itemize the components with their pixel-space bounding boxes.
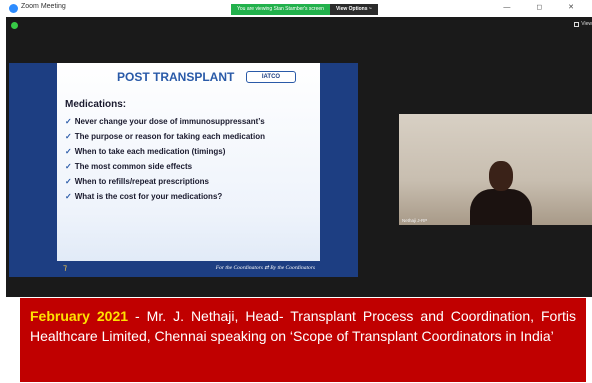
participant-body bbox=[470, 189, 532, 225]
slide-right-border bbox=[320, 63, 358, 277]
bullet-item: ✓ The purpose or reason for taking each m… bbox=[65, 132, 265, 141]
view-button[interactable]: View bbox=[574, 21, 592, 27]
slide-content: POST TRANSPLANT IATCO Medications: ✓ Neve… bbox=[57, 63, 320, 277]
caption-date: February 2021 bbox=[30, 308, 129, 324]
check-icon: ✓ bbox=[65, 192, 72, 201]
footer-logo-icon: ⁊ bbox=[63, 263, 67, 272]
bullet-item: ✓ When to take each medication (timings) bbox=[65, 147, 226, 156]
bullet-item: ✓ The most common side effects bbox=[65, 162, 193, 171]
title-bar: Zoom Meeting You are viewing Stan Stambe… bbox=[6, 0, 592, 17]
share-notice: You are viewing Stan Stamber's screen bbox=[231, 4, 330, 15]
check-icon: ✓ bbox=[65, 147, 72, 156]
caption-box: February 2021 - Mr. J. Nethaji, Head- Tr… bbox=[20, 298, 586, 382]
bullet-item: ✓ What is the cost for your medications? bbox=[65, 192, 223, 201]
participant-head bbox=[489, 161, 513, 191]
slide-left-border bbox=[9, 63, 57, 277]
window-controls[interactable]: — ◻ ✕ bbox=[503, 3, 586, 11]
grid-view-icon bbox=[574, 21, 580, 27]
slide-footer: ⁊ For the Coordinators ⇄ By the Coordina… bbox=[57, 261, 320, 277]
check-icon: ✓ bbox=[65, 117, 72, 126]
check-icon: ✓ bbox=[65, 132, 72, 141]
zoom-window: Zoom Meeting You are viewing Stan Stambe… bbox=[6, 0, 592, 297]
view-label: View bbox=[581, 21, 592, 27]
zoom-logo-icon bbox=[9, 4, 18, 13]
screen-share-bar: You are viewing Stan Stamber's screen Vi… bbox=[231, 4, 378, 15]
bullet-list: ✓ Never change your dose of immunosuppres… bbox=[65, 114, 265, 204]
view-options-button[interactable]: View Options ~ bbox=[329, 4, 378, 15]
slide-heading: Medications: bbox=[65, 99, 127, 110]
check-icon: ✓ bbox=[65, 162, 72, 171]
participant-name: Nethaji J-RP bbox=[402, 218, 428, 223]
bullet-item: ✓ When to refills/repeat prescriptions bbox=[65, 177, 209, 186]
bullet-item: ✓ Never change your dose of immunosuppres… bbox=[65, 117, 265, 126]
shared-slide: POST TRANSPLANT IATCO Medications: ✓ Neve… bbox=[9, 63, 358, 277]
app-title: Zoom Meeting bbox=[21, 3, 66, 10]
security-shield-icon[interactable] bbox=[11, 22, 18, 29]
slide-footer-text: For the Coordinators ⇄ By the Coordinato… bbox=[215, 265, 315, 271]
iatco-logo: IATCO bbox=[246, 71, 296, 83]
slide-title: POST TRANSPLANT bbox=[117, 70, 235, 84]
participant-video[interactable]: Nethaji J-RP bbox=[399, 114, 592, 225]
check-icon: ✓ bbox=[65, 177, 72, 186]
